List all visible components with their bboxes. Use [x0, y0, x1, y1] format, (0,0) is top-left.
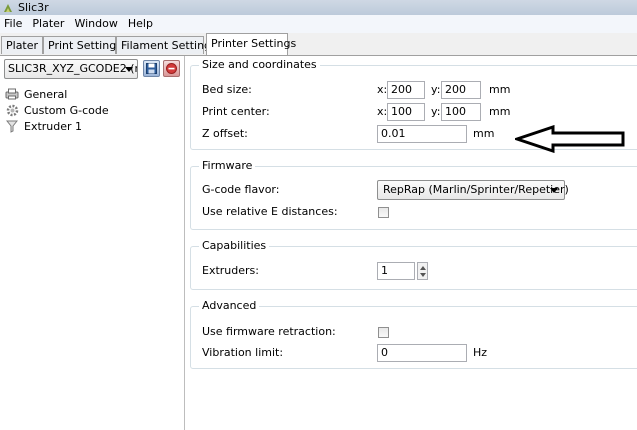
window-title: Slic3r — [18, 1, 49, 14]
firmware-retraction-label: Use firmware retraction: — [202, 325, 336, 338]
group-title: Size and coordinates — [199, 58, 320, 71]
chevron-down-icon — [550, 188, 558, 193]
chevron-down-icon — [125, 67, 133, 72]
title-bar: Slic3r — [0, 0, 637, 15]
vibration-limit-input[interactable]: 0 — [377, 344, 467, 362]
cog-icon — [4, 103, 20, 117]
gcode-flavor-label: G-code flavor: — [202, 183, 280, 196]
relative-e-label: Use relative E distances: — [202, 205, 338, 218]
tab-plater[interactable]: Plater — [1, 36, 43, 54]
group-title: Advanced — [199, 299, 260, 312]
extruders-input[interactable]: 1 — [377, 262, 415, 280]
tab-filament-settings[interactable]: Filament Settings — [116, 36, 217, 54]
center-y-axis-label: y: — [431, 105, 441, 118]
delete-preset-button[interactable] — [163, 60, 180, 77]
print-center-label: Print center: — [202, 105, 270, 118]
center-x-axis-label: x: — [377, 105, 388, 118]
z-offset-unit: mm — [473, 127, 495, 140]
z-offset-label: Z offset: — [202, 127, 248, 140]
group-capabilities: Capabilities Extruders: 1 — [190, 239, 637, 290]
save-preset-button[interactable] — [143, 60, 160, 77]
tree-item-extruder-1[interactable]: Extruder 1 — [4, 118, 109, 134]
bed-size-label: Bed size: — [202, 83, 252, 96]
save-icon — [146, 63, 157, 74]
menu-window[interactable]: Window — [69, 15, 122, 33]
tree-item-label: General — [24, 87, 68, 101]
settings-tree: General Custom G-code Extruder 1 — [4, 86, 109, 134]
bed-size-x-input[interactable]: 200 — [387, 81, 425, 99]
spin-up-icon[interactable] — [420, 266, 426, 270]
vibration-limit-unit: Hz — [473, 346, 488, 359]
menu-help[interactable]: Help — [123, 15, 158, 33]
tree-item-label: Extruder 1 — [24, 119, 83, 133]
group-firmware: Firmware G-code flavor: RepRap (Marlin/S… — [190, 159, 637, 230]
delete-icon — [166, 63, 177, 74]
tree-item-label: Custom G-code — [24, 103, 109, 117]
group-title: Firmware — [199, 159, 256, 172]
tree-item-custom-gcode[interactable]: Custom G-code — [4, 102, 109, 118]
z-offset-input[interactable]: 0.01 — [377, 125, 467, 143]
preset-dropdown[interactable]: SLIC3R_XYZ_GCODE2 (n — [4, 59, 138, 79]
menu-plater[interactable]: Plater — [27, 15, 69, 33]
left-panel: SLIC3R_XYZ_GCODE2 (n General Custom G-co… — [0, 56, 185, 430]
tree-item-general[interactable]: General — [4, 86, 109, 102]
printer-icon — [4, 87, 20, 101]
tab-strip: Plater Print Settings Filament Settings … — [0, 33, 637, 56]
left-arrow-icon — [515, 125, 625, 153]
relative-e-checkbox[interactable] — [378, 207, 389, 218]
vibration-limit-label: Vibration limit: — [202, 346, 284, 359]
gcode-flavor-dropdown[interactable]: RepRap (Marlin/Sprinter/Repetier) — [377, 180, 569, 200]
preset-dropdown-value: SLIC3R_XYZ_GCODE2 (n — [8, 62, 138, 75]
slic3r-logo-icon — [4, 3, 12, 12]
funnel-icon — [4, 119, 20, 133]
print-center-unit: mm — [489, 105, 511, 118]
settings-panel: Size and coordinates Bed size: x: 200 y:… — [185, 56, 637, 430]
tab-printer-settings[interactable]: Printer Settings — [206, 33, 296, 55]
tab-print-settings[interactable]: Print Settings — [43, 36, 122, 54]
extruders-spinner[interactable] — [417, 262, 428, 280]
gcode-flavor-value: RepRap (Marlin/Sprinter/Repetier) — [383, 183, 569, 196]
bed-x-axis-label: x: — [377, 83, 388, 96]
bed-size-y-input[interactable]: 200 — [441, 81, 481, 99]
bed-y-axis-label: y: — [431, 83, 441, 96]
extruders-label: Extruders: — [202, 264, 259, 277]
spin-down-icon[interactable] — [420, 273, 426, 277]
firmware-retraction-checkbox[interactable] — [378, 327, 389, 338]
menu-bar: File Plater Window Help — [0, 15, 637, 34]
group-advanced: Advanced Use firmware retraction: Vibrat… — [190, 299, 637, 369]
menu-file[interactable]: File — [0, 15, 27, 33]
group-title: Capabilities — [199, 239, 270, 252]
print-center-x-input[interactable]: 100 — [387, 103, 425, 121]
print-center-y-input[interactable]: 100 — [441, 103, 481, 121]
bed-size-unit: mm — [489, 83, 511, 96]
